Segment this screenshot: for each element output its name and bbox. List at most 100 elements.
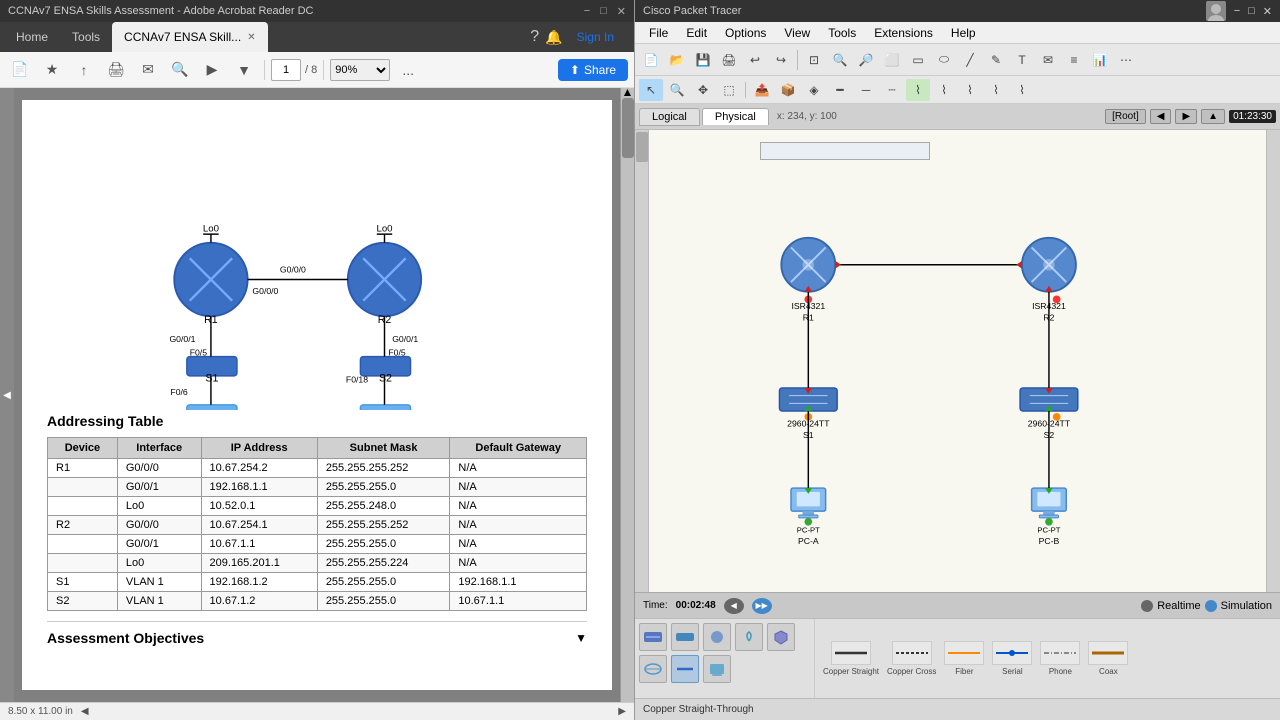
nav-next-btn[interactable]: ▼ [230,57,258,83]
pt-save-btn[interactable]: 💾 [691,49,715,71]
bottom-page-nav[interactable]: ▶ [618,706,626,717]
search-btn[interactable]: 🔍 [166,57,194,83]
pt-new-btn[interactable]: 📄 [639,49,663,71]
cat-security[interactable] [767,623,795,651]
assessment-collapse-icon[interactable]: ▼ [575,631,587,645]
conn-phone[interactable]: Phone [1040,641,1080,676]
tab-logical[interactable]: Logical [639,108,700,126]
cat-endpoints[interactable] [703,655,731,683]
pt-menu-options[interactable]: Options [717,24,774,42]
pt-redo-btn[interactable]: ↪ [769,49,793,71]
pt-undo-btn[interactable]: ↩ [743,49,767,71]
scroll-thumb-left[interactable] [636,132,648,162]
cat-wireless[interactable] [735,623,763,651]
pt-menu-file[interactable]: File [641,24,676,42]
pt-pdu-simple-btn[interactable]: 📤 [750,79,774,101]
pt-line3-btn[interactable]: ┄ [880,79,904,101]
pt-copper-btn[interactable]: ⌇ [906,79,930,101]
conn-fiber[interactable]: Fiber [944,641,984,676]
pt-pc-a[interactable]: PC-PT PC-A [791,488,826,546]
pt-nav-forward[interactable]: ▶ [1175,109,1197,124]
help-icon[interactable]: ? [530,28,539,46]
cat-switches[interactable] [671,623,699,651]
pt-grab-btn[interactable]: ✥ [691,79,715,101]
close-btn[interactable]: ✕ [617,5,626,18]
pt-text-btn[interactable]: T [1010,49,1034,71]
realtime-btn[interactable]: Realtime [1157,600,1200,612]
pt-note-btn[interactable]: ✎ [984,49,1008,71]
pt-serial-btn[interactable]: ⌇ [958,79,982,101]
pdf-scrollbar[interactable]: ▲ [620,88,634,702]
pt-inspect-btn[interactable]: ⬜ [880,49,904,71]
pt-email-btn[interactable]: ✉ [1036,49,1060,71]
pt-fiber-btn[interactable]: ⌇ [932,79,956,101]
pt-coax-btn[interactable]: ⌇ [1010,79,1034,101]
pt-root-btn[interactable]: [Root] [1105,109,1146,124]
tab-document[interactable]: CCNAv7 ENSA Skill... ✕ [112,22,268,52]
pt-fire-btn[interactable]: ◈ [802,79,826,101]
pt-more2-btn[interactable]: ⋯ [1114,49,1138,71]
pt-line2-btn[interactable]: ─ [854,79,878,101]
bottom-nav-icon[interactable]: ◀ [81,706,89,717]
zoom-select[interactable]: 90% 100% 125% 75% [330,59,390,81]
conn-copper-straight[interactable]: Copper Straight [823,641,879,676]
pt-print-btn[interactable]: 🖨 [717,49,741,71]
pt-play-btn[interactable]: ▶▶ [752,598,772,614]
pt-pdu-btn[interactable]: ≡ [1062,49,1086,71]
pt-menu-view[interactable]: View [776,24,818,42]
bookmark-btn[interactable]: ★ [38,57,66,83]
sign-in-button[interactable]: Sign In [569,26,622,48]
pt-menu-edit[interactable]: Edit [678,24,715,42]
pt-zoom-fit-btn[interactable]: ⊡ [802,49,826,71]
pt-close-btn[interactable]: ✕ [1263,5,1272,18]
canvas-scrollbar-right[interactable] [1266,130,1280,592]
conn-serial[interactable]: Serial [992,641,1032,676]
pt-canvas[interactable]: ISR4321 R1 ISR4321 R2 [635,130,1280,592]
tab-close-icon[interactable]: ✕ [247,32,255,43]
minimize-btn[interactable]: − [584,5,590,18]
scroll-up-btn[interactable]: ▲ [621,88,634,96]
canvas-scrollbar-left[interactable] [635,130,649,592]
pt-open-btn[interactable]: 📂 [665,49,689,71]
cat-routers[interactable] [639,623,667,651]
cat-connections[interactable] [671,655,699,683]
new-doc-btn[interactable]: 📄 [6,57,34,83]
print-btn[interactable]: 🖨 [102,57,130,83]
pt-zoom-in-btn[interactable]: 🔍 [828,49,852,71]
pt-phone-btn[interactable]: ⌇ [984,79,1008,101]
bell-icon[interactable]: 🔔 [545,29,562,46]
pt-zoom-out-btn[interactable]: 🔎 [854,49,878,71]
pt-draw-rect-btn[interactable]: ▭ [906,49,930,71]
tab-physical[interactable]: Physical [702,108,769,125]
more-options-btn[interactable]: ... [394,57,422,83]
conn-copper-cross[interactable]: Copper Cross [887,641,936,676]
left-panel-collapse[interactable]: ◀ [0,88,14,702]
pt-pdu-complex-btn[interactable]: 📦 [776,79,800,101]
nav-prev-btn[interactable]: ▶ [198,57,226,83]
organize-btn[interactable]: ↑ [70,57,98,83]
simulation-btn[interactable]: Simulation [1221,600,1272,612]
share-button[interactable]: ⬆ Share [558,59,628,81]
pt-search2-btn[interactable]: 🔍 [665,79,689,101]
conn-coax[interactable]: Coax [1088,641,1128,676]
tab-home[interactable]: Home [4,22,60,52]
mail-btn[interactable]: ✉ [134,57,162,83]
tab-tools[interactable]: Tools [60,22,112,52]
pt-pc-b[interactable]: PC-PT PC-B [1032,488,1067,546]
cat-hubs[interactable] [703,623,731,651]
pt-activity-btn[interactable]: 📊 [1088,49,1112,71]
scrollbar-thumb[interactable] [622,98,634,158]
pt-menu-tools[interactable]: Tools [820,24,864,42]
pt-maximize-btn[interactable]: □ [1248,5,1255,17]
pt-menu-help[interactable]: Help [943,24,984,42]
pt-back-btn[interactable]: ◀ [724,598,744,614]
pt-line1-btn[interactable]: ━ [828,79,852,101]
maximize-btn[interactable]: □ [600,5,607,18]
pt-draw-ellipse-btn[interactable]: ⬭ [932,49,956,71]
pt-nav-back[interactable]: ◀ [1150,109,1172,124]
pt-minimize-btn[interactable]: − [1234,5,1240,17]
page-number-input[interactable] [271,59,301,81]
pt-menu-extensions[interactable]: Extensions [866,24,941,42]
pt-nav-up[interactable]: ▲ [1201,109,1225,124]
pt-select-btn[interactable]: ↖ [639,79,663,101]
